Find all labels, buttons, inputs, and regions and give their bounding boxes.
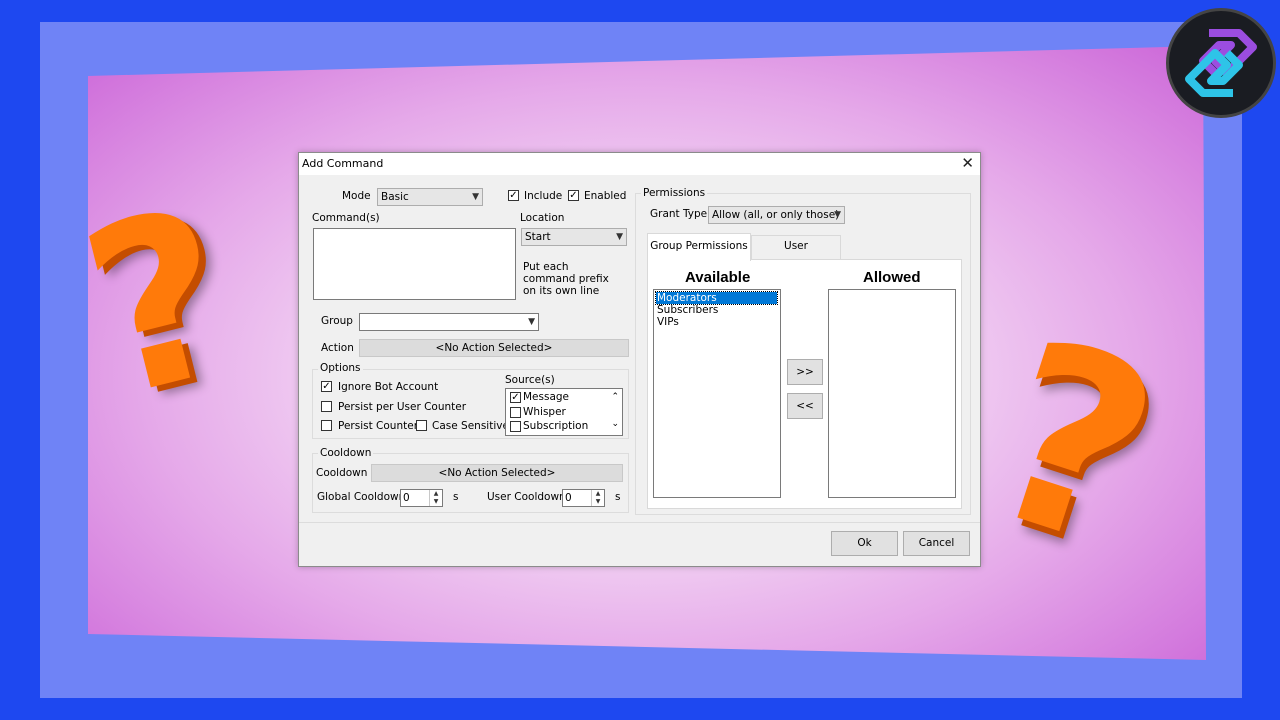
cooldown-field[interactable]: <No Action Selected> (371, 464, 623, 482)
cancel-button[interactable]: Cancel (903, 531, 970, 556)
options-title: Options (318, 362, 363, 374)
global-cooldown-unit: s (453, 491, 459, 503)
remove-permission-button[interactable]: << (787, 393, 823, 419)
add-permission-button[interactable]: >> (787, 359, 823, 385)
tab-group-permissions[interactable]: Group Permissions (647, 233, 751, 261)
ok-button[interactable]: Ok (831, 531, 898, 556)
commands-textarea[interactable] (313, 228, 516, 300)
permissions-title: Permissions (641, 187, 708, 199)
source-whisper-label: Whisper (523, 406, 566, 418)
chevron-down-icon: ▼ (472, 192, 479, 202)
global-cooldown-value: 0 (403, 492, 410, 504)
ignore-bot-label: Ignore Bot Account (338, 381, 439, 393)
add-command-dialog: Add Command ✕ Mode Basic ▼ ✓ Include ✓ E… (298, 152, 981, 567)
available-header: Available (685, 269, 751, 286)
cooldown-label: Cooldown (316, 467, 368, 479)
commands-label: Command(s) (312, 212, 380, 224)
source-message-checkbox[interactable]: ✓ (510, 392, 521, 403)
location-select[interactable]: Start ▼ (521, 228, 627, 246)
cooldown-title: Cooldown (318, 447, 374, 459)
list-item[interactable]: Subscribers (656, 304, 718, 316)
include-checkbox[interactable]: ✓ (508, 190, 519, 201)
persist-user-checkbox[interactable] (321, 401, 332, 412)
source-subscription-label: Subscription (523, 420, 589, 432)
location-label: Location (520, 212, 565, 224)
list-item[interactable]: Moderators (655, 291, 778, 305)
location-value: Start (525, 231, 551, 243)
group-select[interactable]: ▼ (359, 313, 539, 331)
user-cooldown-label: User Cooldown (487, 491, 566, 503)
user-cooldown-unit: s (615, 491, 621, 503)
tab-user-permissions[interactable]: User Permissions (751, 235, 841, 272)
action-label: Action (321, 342, 354, 354)
case-sensitive-checkbox[interactable] (416, 420, 427, 431)
persist-counter-label: Persist Counter (338, 420, 419, 432)
spinner-arrows-icon[interactable]: ▲ ▼ (429, 490, 442, 506)
chevron-down-icon: ▼ (616, 232, 623, 242)
source-subscription-checkbox[interactable] (510, 421, 521, 432)
chevron-down-icon: ▼ (834, 210, 841, 220)
sources-list[interactable]: ✓ Message Whisper Subscription ⌃ ⌄ (505, 388, 623, 436)
persist-counter-checkbox[interactable] (321, 420, 332, 431)
global-cooldown-label: Global Cooldown (317, 491, 406, 503)
allowed-header: Allowed (863, 269, 921, 286)
channel-logo-icon (1166, 8, 1276, 118)
spinner-arrows-icon[interactable]: ▲ ▼ (591, 490, 604, 506)
user-cooldown-spinner[interactable]: 0 ▲ ▼ (562, 489, 605, 507)
close-icon[interactable]: ✕ (961, 154, 974, 172)
ignore-bot-checkbox[interactable]: ✓ (321, 381, 332, 392)
grant-type-value: Allow (all, or only those) (712, 209, 840, 221)
scroll-down-icon[interactable]: ⌄ (611, 419, 619, 429)
grant-type-label: Grant Type (650, 208, 708, 220)
chevron-down-icon: ▼ (528, 317, 535, 327)
enabled-label: Enabled (584, 190, 627, 202)
scroll-up-icon[interactable]: ⌃ (611, 392, 619, 402)
persist-user-label: Persist per User Counter (338, 401, 467, 413)
sources-label: Source(s) (505, 374, 555, 386)
group-label: Group (321, 315, 353, 327)
user-cooldown-value: 0 (565, 492, 572, 504)
grant-type-select[interactable]: Allow (all, or only those) ▼ (708, 206, 845, 224)
case-sensitive-label: Case Sensitive (432, 420, 509, 432)
action-field[interactable]: <No Action Selected> (359, 339, 629, 357)
include-label: Include (524, 190, 563, 202)
source-whisper-checkbox[interactable] (510, 407, 521, 418)
source-message-label: Message (523, 391, 570, 403)
footer-divider (299, 522, 980, 523)
global-cooldown-spinner[interactable]: 0 ▲ ▼ (400, 489, 443, 507)
location-hint: Put each command prefix on its own line (523, 261, 609, 297)
mode-label: Mode (342, 190, 371, 202)
list-item[interactable]: VIPs (656, 316, 679, 328)
available-list[interactable]: Moderators Subscribers VIPs (653, 289, 781, 498)
mode-value: Basic (381, 191, 409, 203)
dialog-titlebar: Add Command ✕ (299, 153, 980, 175)
enabled-checkbox[interactable]: ✓ (568, 190, 579, 201)
mode-select[interactable]: Basic ▼ (377, 188, 483, 206)
allowed-list[interactable] (828, 289, 956, 498)
dialog-title: Add Command (302, 157, 384, 170)
